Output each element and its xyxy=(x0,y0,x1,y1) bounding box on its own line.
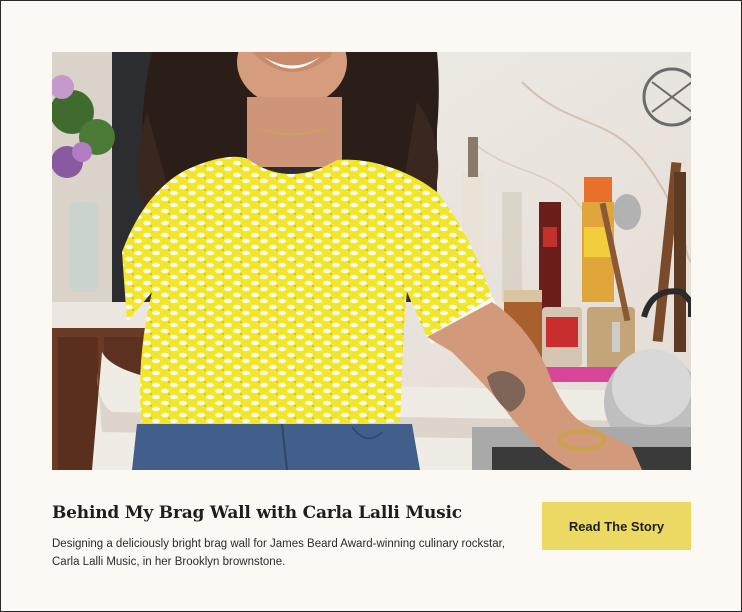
story-hero-image[interactable] xyxy=(52,52,691,470)
read-the-story-button[interactable]: Read The Story xyxy=(542,502,691,550)
story-title: Behind My Brag Wall with Carla Lalli Mus… xyxy=(52,503,462,523)
story-card: Behind My Brag Wall with Carla Lalli Mus… xyxy=(0,0,742,612)
story-description: Designing a deliciously bright brag wall… xyxy=(52,538,505,568)
